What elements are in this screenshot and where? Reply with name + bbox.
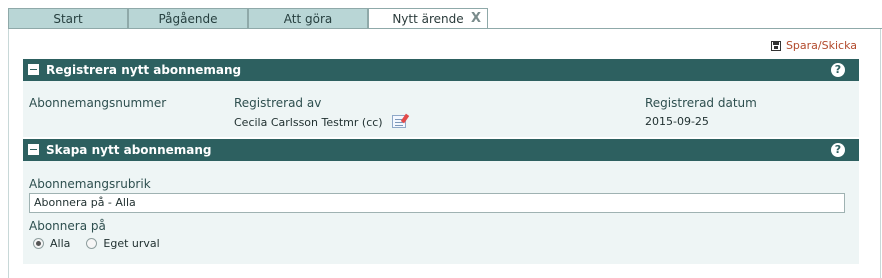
tab-bar: Start Pågående Att göra Nytt ärende X bbox=[8, 8, 882, 29]
radio-alla-label: Alla bbox=[50, 237, 71, 250]
radio-unselected-icon[interactable] bbox=[86, 238, 98, 249]
collapse-icon[interactable] bbox=[28, 64, 39, 75]
close-icon[interactable]: X bbox=[471, 9, 481, 29]
registered-date-value: 2015-09-25 bbox=[645, 115, 709, 128]
registered-by-name: Cecila Carlsson Testmr (cc) bbox=[234, 116, 383, 129]
radio-eget-urval-label: Eget urval bbox=[103, 237, 160, 250]
section-register-header[interactable]: Registrera nytt abonnemang ? bbox=[23, 59, 859, 81]
subscription-heading-label: Abonnemangsrubrik bbox=[29, 177, 151, 191]
section-register-title: Registrera nytt abonnemang bbox=[46, 63, 242, 77]
tab-nytt-arende-label: Nytt ärende bbox=[392, 12, 464, 26]
section-create-header[interactable]: Skapa nytt abonnemang ? bbox=[23, 139, 859, 161]
edit-icon[interactable] bbox=[392, 115, 407, 128]
tab-pagaende[interactable]: Pågående bbox=[128, 8, 248, 28]
collapse-icon[interactable] bbox=[28, 144, 39, 155]
tab-start-label: Start bbox=[53, 12, 83, 26]
radio-selected-icon[interactable] bbox=[33, 238, 44, 249]
subscribe-to-label: Abonnera på bbox=[29, 219, 106, 233]
radio-eget-urval[interactable]: Eget urval bbox=[86, 237, 160, 250]
radio-alla[interactable]: Alla bbox=[33, 237, 70, 250]
save-button-label: Spara/Skicka bbox=[785, 39, 857, 52]
registered-by-label: Registrerad av bbox=[234, 96, 322, 110]
tab-att-gora[interactable]: Att göra bbox=[248, 8, 368, 28]
floppy-icon bbox=[770, 40, 781, 51]
registered-date-label: Registrerad datum bbox=[645, 96, 757, 110]
tab-att-gora-label: Att göra bbox=[283, 12, 333, 26]
tab-pagaende-label: Pågående bbox=[158, 12, 218, 26]
registered-by-value: Cecila Carlsson Testmr (cc) bbox=[234, 115, 407, 129]
subscription-heading-input[interactable]: Abonnera på - Alla bbox=[29, 193, 845, 213]
subscription-number-label: Abonnemangsnummer bbox=[29, 96, 167, 110]
help-icon[interactable]: ? bbox=[831, 143, 845, 157]
section-create-title: Skapa nytt abonnemang bbox=[46, 143, 212, 157]
help-icon[interactable]: ? bbox=[831, 63, 845, 77]
subscribe-options: Alla Eget urval bbox=[33, 237, 176, 250]
tab-nytt-arende[interactable]: Nytt ärende X bbox=[368, 8, 488, 29]
tab-start[interactable]: Start bbox=[8, 8, 128, 28]
save-button[interactable]: Spara/Skicka bbox=[770, 39, 857, 52]
section-register-body: Abonnemangsnummer Registrerad av Cecila … bbox=[23, 81, 859, 137]
